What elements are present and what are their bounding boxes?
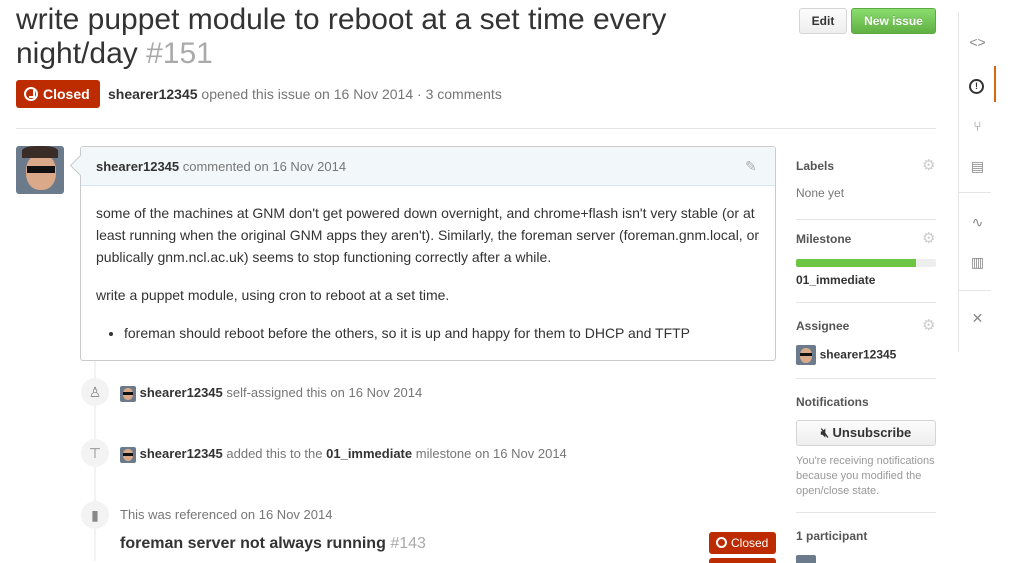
graphs-icon[interactable]: ▥ xyxy=(959,244,996,280)
code-icon[interactable]: <> xyxy=(959,24,996,60)
assignee-heading: Assignee xyxy=(796,319,850,333)
notifications-heading: Notifications xyxy=(796,395,869,409)
sidebar-milestone: Milestone ⚙ 01_immediate xyxy=(796,231,936,303)
comment-paragraph: write a puppet module, using cron to reb… xyxy=(96,287,450,303)
avatar[interactable] xyxy=(796,555,816,563)
milestone-icon: ⊤ xyxy=(81,439,109,467)
participants-heading: 1 participant xyxy=(796,529,868,543)
issue-author-link[interactable]: shearer12345 xyxy=(108,86,198,102)
header-divider xyxy=(16,128,936,129)
labels-heading: Labels xyxy=(796,159,835,173)
person-icon: ♙ xyxy=(81,378,109,406)
avatar[interactable] xyxy=(796,345,816,365)
issue-closed-icon xyxy=(716,537,727,548)
comment-paragraph: some of the machines at GNM don't get po… xyxy=(96,205,760,265)
next-state-badge xyxy=(709,558,776,563)
comment-author-link[interactable]: shearer12345 xyxy=(96,159,179,174)
milestone-link[interactable]: 01_immediate xyxy=(326,446,412,461)
event-user-link[interactable]: shearer12345 xyxy=(140,385,223,400)
gear-icon[interactable]: ⚙ xyxy=(922,318,936,333)
referenced-state-badge: Closed xyxy=(709,532,776,554)
gear-icon[interactable]: ⚙ xyxy=(922,231,936,246)
issue-meta-text: opened this issue on 16 Nov 2014 · 3 com… xyxy=(197,86,502,102)
milestone-name-link[interactable]: 01_immediate xyxy=(796,273,936,287)
sidebar-labels: Labels ⚙ None yet xyxy=(796,158,936,220)
issue-comment: shearer12345 commented on 16 Nov 2014 ✎ … xyxy=(80,146,776,361)
notifications-note: You're receiving notifications because y… xyxy=(796,455,935,497)
milestone-progress-bar xyxy=(796,259,936,267)
referenced-state-label: Closed xyxy=(731,536,769,550)
settings-icon[interactable]: ✕ xyxy=(959,300,996,336)
issue-meta: shearer12345 opened this issue on 16 Nov… xyxy=(108,86,502,102)
unsubscribe-button[interactable]: 🔇︎ Unsubscribe xyxy=(796,420,936,446)
new-issue-button[interactable]: New issue xyxy=(851,8,936,34)
referenced-issue-number: #143 xyxy=(390,535,426,552)
milestone-heading: Milestone xyxy=(796,232,852,246)
issue-state-label: Closed xyxy=(43,86,90,102)
unsubscribe-label: Unsubscribe xyxy=(832,425,912,440)
mute-icon: 🔇︎ xyxy=(820,425,829,440)
assignee-user-link[interactable]: shearer12345 xyxy=(820,347,897,361)
event-milestone: shearer12345 added this to the 01_immedi… xyxy=(120,446,567,463)
milestone-progress-fill xyxy=(796,259,917,267)
wiki-icon[interactable]: ▤ xyxy=(959,148,996,184)
issue-title-text: write puppet module to reboot at a set t… xyxy=(16,3,667,70)
sidebar-assignee: Assignee ⚙ shearer12345 xyxy=(796,318,936,379)
avatar[interactable] xyxy=(120,385,136,402)
gear-icon[interactable]: ⚙ xyxy=(922,158,936,173)
rail-divider xyxy=(959,192,991,193)
comment-action: commented on 16 Nov 2014 xyxy=(179,159,347,174)
event-assigned: shearer12345 self-assigned this on 16 No… xyxy=(120,385,422,402)
edit-button[interactable]: Edit xyxy=(799,8,847,34)
issue-title: write puppet module to reboot at a set t… xyxy=(16,3,736,71)
pulse-icon[interactable]: ∿ xyxy=(959,204,996,240)
issues-icon[interactable]: ! xyxy=(959,66,996,102)
repo-nav-rail: <> ! ⑂ ▤ ∿ ▥ ✕ xyxy=(958,12,996,352)
sidebar-notifications: Notifications 🔇︎ Unsubscribe You're rece… xyxy=(796,395,936,513)
pull-request-icon[interactable]: ⑂ xyxy=(959,108,996,144)
bookmark-icon: ▮ xyxy=(81,501,109,529)
pencil-icon[interactable]: ✎ xyxy=(745,159,759,173)
assignee-row: shearer12345 xyxy=(796,345,936,365)
comment-bullet: foreman should reboot before the others,… xyxy=(124,322,760,344)
referenced-issue-link[interactable]: foreman server not always running #143 xyxy=(120,535,426,553)
event-text: milestone on 16 Nov 2014 xyxy=(412,446,567,461)
issue-state-badge: Closed xyxy=(16,80,100,108)
issue-number: #151 xyxy=(146,37,213,70)
rail-divider xyxy=(959,290,991,291)
comment-header: shearer12345 commented on 16 Nov 2014 ✎ xyxy=(81,147,775,186)
avatar[interactable] xyxy=(16,146,64,194)
event-text: added this to the xyxy=(222,446,327,461)
event-user-link[interactable]: shearer12345 xyxy=(140,446,223,461)
event-reference: This was referenced on 16 Nov 2014 xyxy=(120,507,333,522)
referenced-issue-title[interactable]: foreman server not always running xyxy=(120,535,386,552)
event-text: self-assigned this on 16 Nov 2014 xyxy=(222,385,423,400)
comment-body: some of the machines at GNM don't get po… xyxy=(81,186,775,360)
issue-closed-icon xyxy=(24,87,38,101)
sidebar-participants: 1 participant xyxy=(796,529,936,563)
avatar[interactable] xyxy=(120,446,136,463)
labels-value: None yet xyxy=(796,186,845,200)
